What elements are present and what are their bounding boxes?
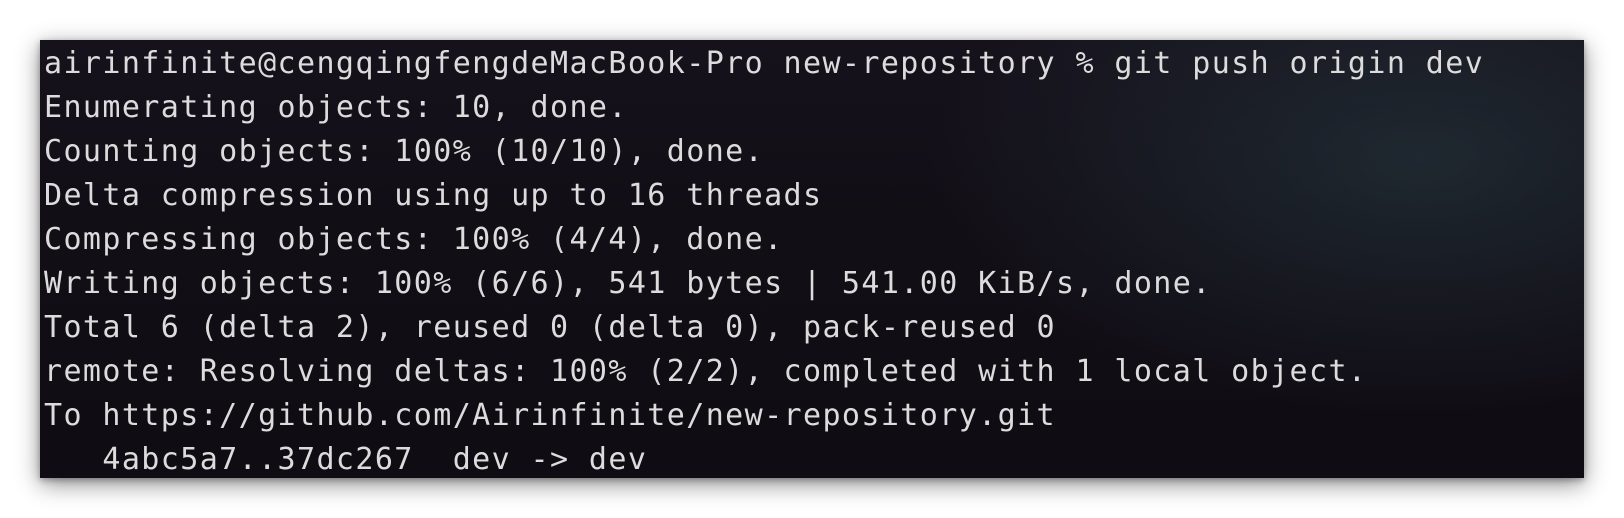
output-line-delta-compression: Delta compression using up to 16 threads	[44, 178, 823, 213]
output-line-ref-update: 4abc5a7..37dc267 dev -> dev	[44, 442, 648, 477]
output-line-total: Total 6 (delta 2), reused 0 (delta 0), p…	[44, 310, 1056, 345]
terminal-window[interactable]: airinfinite@cengqingfengdeMacBook-Pro ne…	[40, 40, 1584, 478]
output-line-writing: Writing objects: 100% (6/6), 541 bytes |…	[44, 266, 1212, 301]
output-line-compressing: Compressing objects: 100% (4/4), done.	[44, 222, 784, 257]
output-line-remote-resolving: remote: Resolving deltas: 100% (2/2), co…	[44, 354, 1368, 389]
output-line-enumerating: Enumerating objects: 10, done.	[44, 90, 628, 125]
output-line-push-destination: To https://github.com/Airinfinite/new-re…	[44, 398, 1056, 433]
output-line-counting: Counting objects: 100% (10/10), done.	[44, 134, 765, 169]
command-prompt-line: airinfinite@cengqingfengdeMacBook-Pro ne…	[44, 46, 1485, 81]
